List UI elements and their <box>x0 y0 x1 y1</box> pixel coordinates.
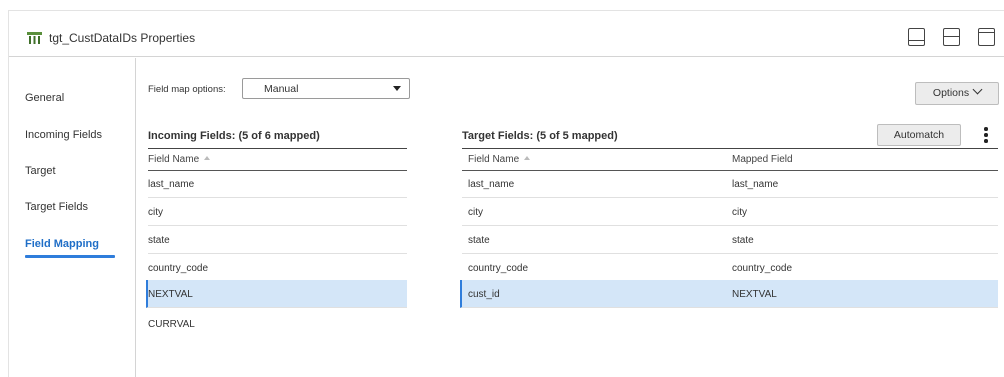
nav-item-incoming-fields[interactable]: Incoming Fields <box>25 129 102 141</box>
target-field-name: last_name <box>468 179 515 190</box>
panel-header: tgt_CustDataIDs Properties <box>9 11 1004 57</box>
incoming-fields-title: Incoming Fields: (5 of 6 mapped) <box>148 130 320 142</box>
target-row[interactable]: state state <box>462 226 998 254</box>
kebab-menu-icon[interactable] <box>980 124 992 146</box>
target-mapped-field: NEXTVAL <box>732 289 777 300</box>
incoming-row[interactable]: CURRVAL <box>148 310 407 338</box>
chevron-down-icon <box>972 84 983 95</box>
nav-item-target[interactable]: Target <box>25 165 56 177</box>
panel-title-group: tgt_CustDataIDs Properties <box>27 31 195 45</box>
panel-top-icon[interactable] <box>978 28 995 46</box>
panel-split-icon[interactable] <box>943 28 960 46</box>
layout-toggle-group <box>908 28 995 46</box>
incoming-field-name: last_name <box>148 179 195 190</box>
incoming-field-name: NEXTVAL <box>148 289 193 300</box>
incoming-field-name: city <box>148 207 163 218</box>
target-mapped-field: country_code <box>732 263 793 274</box>
target-col-mapped-field[interactable]: Mapped Field <box>732 154 793 165</box>
target-mapped-field: last_name <box>732 179 779 190</box>
incoming-field-name: CURRVAL <box>148 319 195 330</box>
target-row[interactable]: country_code country_code <box>462 254 998 282</box>
target-mapped-field: city <box>732 207 747 218</box>
dropdown-caret-icon <box>393 86 401 91</box>
options-button[interactable]: Options <box>915 82 999 105</box>
panel-bottom-icon[interactable] <box>908 28 925 46</box>
field-map-options-label: Field map options: <box>148 84 226 95</box>
target-col-field-name[interactable]: Field Name <box>468 154 531 165</box>
target-field-name: country_code <box>468 263 529 274</box>
incoming-field-name: country_code <box>148 263 209 274</box>
incoming-row[interactable]: city <box>148 198 407 226</box>
target-mapped-field: state <box>732 235 754 246</box>
incoming-col-field-name-label: Field Name <box>148 154 200 165</box>
target-field-name: state <box>468 235 490 246</box>
incoming-row[interactable]: country_code <box>148 254 407 282</box>
target-col-field-name-label: Field Name <box>468 154 520 165</box>
incoming-field-name: state <box>148 235 170 246</box>
active-nav-indicator <box>25 255 115 258</box>
properties-nav: General Incoming Fields Target Target Fi… <box>9 58 136 377</box>
target-field-name: cust_id <box>468 289 500 300</box>
automatch-button[interactable]: Automatch <box>877 124 961 146</box>
panel-title: tgt_CustDataIDs Properties <box>49 31 196 45</box>
incoming-fields-divider <box>148 148 407 149</box>
incoming-row[interactable]: last_name <box>148 170 407 198</box>
incoming-col-field-name[interactable]: Field Name <box>148 154 211 165</box>
sort-asc-icon <box>524 156 531 160</box>
options-button-label: Options <box>932 87 970 99</box>
field-map-options-select[interactable]: Manual <box>242 78 410 99</box>
target-row[interactable]: last_name last_name <box>462 170 998 198</box>
incoming-row[interactable]: state <box>148 226 407 254</box>
nav-item-field-mapping[interactable]: Field Mapping <box>25 238 99 250</box>
nav-item-general[interactable]: General <box>25 92 64 104</box>
sort-asc-icon <box>204 156 211 160</box>
table-target-icon <box>27 32 42 44</box>
target-row-selected[interactable]: cust_id NEXTVAL <box>460 280 998 308</box>
target-fields-divider <box>462 148 998 149</box>
target-fields-title: Target Fields: (5 of 5 mapped) <box>462 130 618 142</box>
incoming-row-selected[interactable]: NEXTVAL <box>146 280 407 308</box>
target-row[interactable]: city city <box>462 198 998 226</box>
nav-item-target-fields[interactable]: Target Fields <box>25 201 88 213</box>
target-field-name: city <box>468 207 483 218</box>
properties-panel: tgt_CustDataIDs Properties General Incom… <box>8 10 1004 377</box>
field-map-options-value: Manual <box>264 83 299 95</box>
